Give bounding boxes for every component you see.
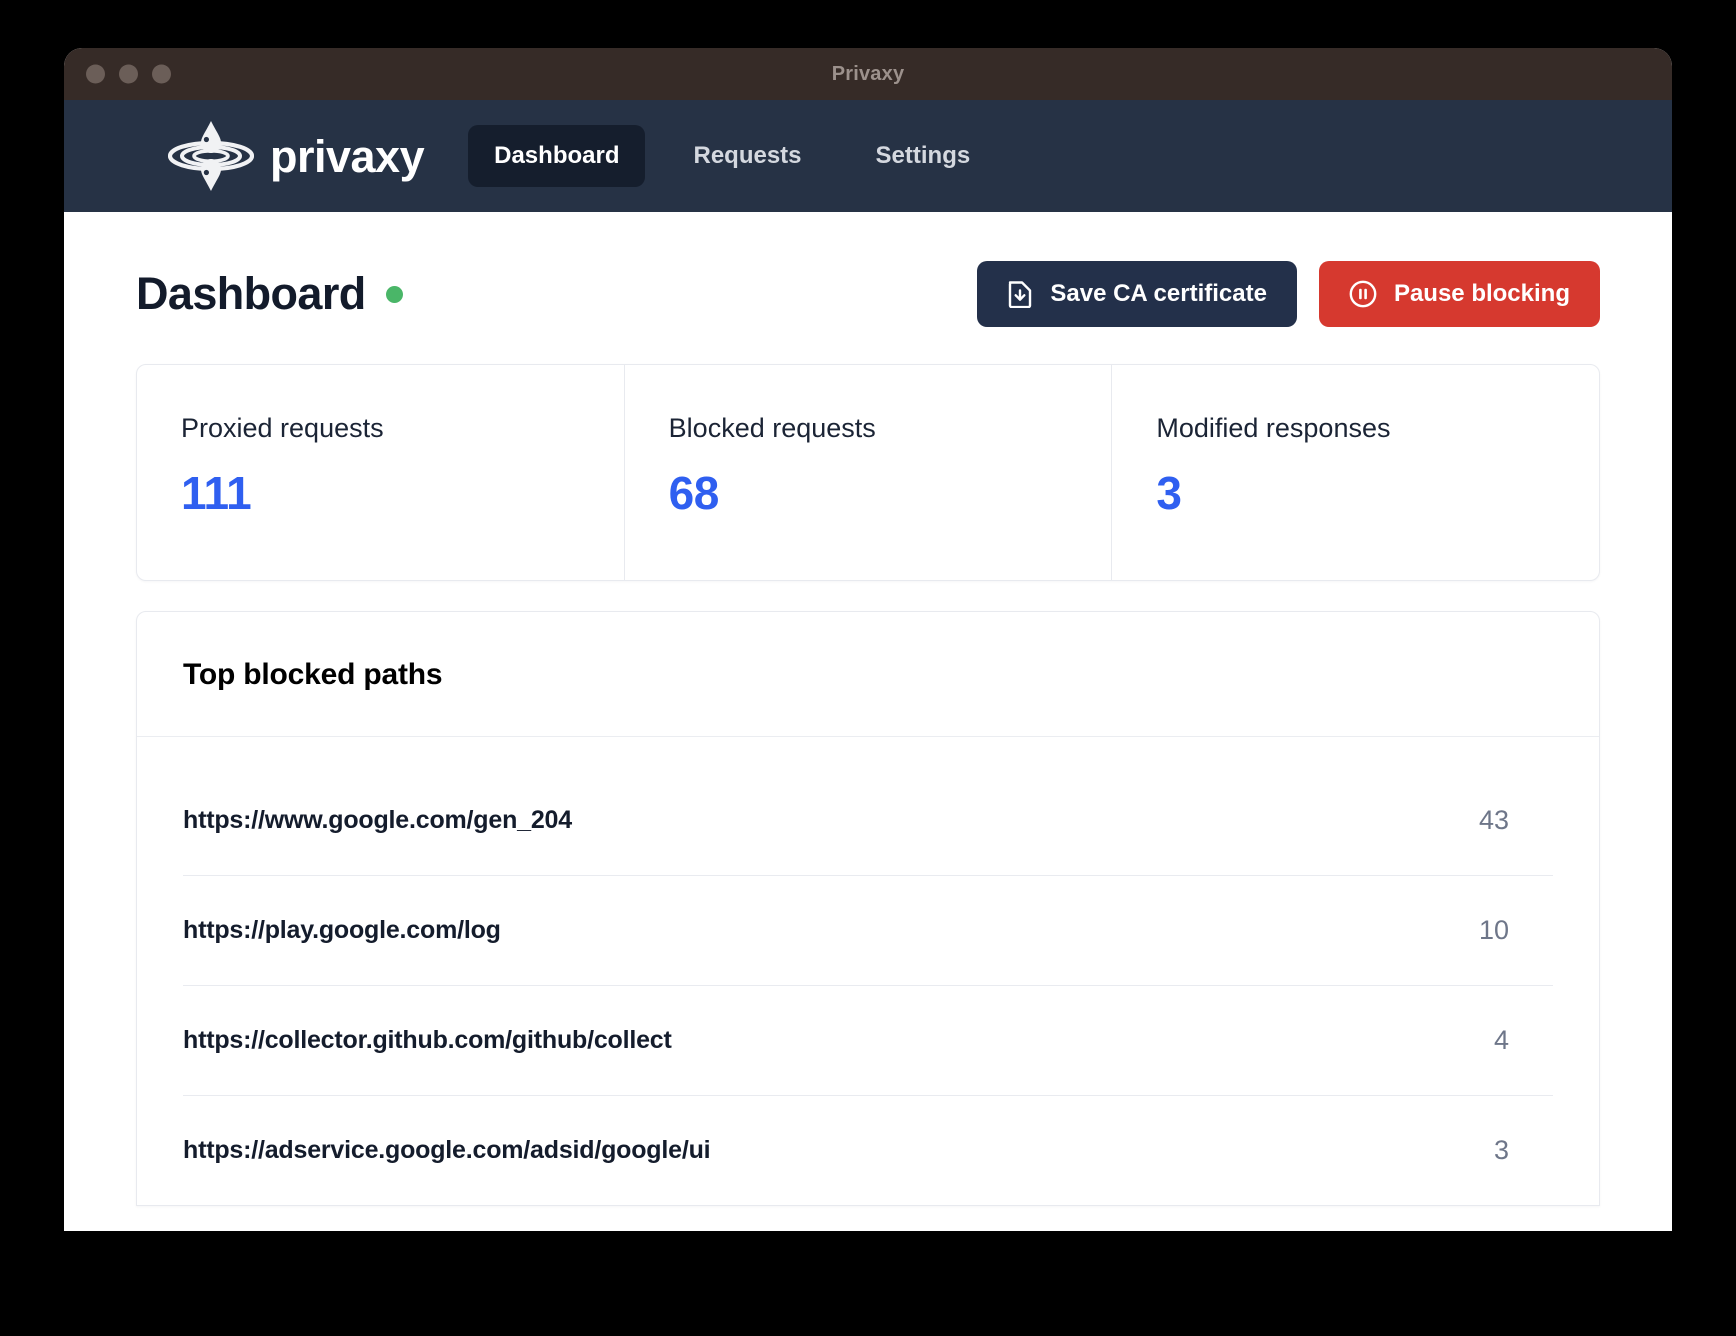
header-actions: Save CA certificate Pause blocking	[977, 261, 1600, 327]
traffic-light-group	[86, 65, 171, 84]
nav-item-dashboard[interactable]: Dashboard	[468, 125, 645, 187]
main-content: Dashboard Save CA certificate	[64, 212, 1672, 1231]
brand-name: privaxy	[270, 134, 424, 179]
stat-card-blocked-requests: Blocked requests 68	[624, 365, 1112, 580]
top-navbar: privaxy Dashboard Requests Settings	[64, 100, 1672, 212]
stats-card-group: Proxied requests 111 Blocked requests 68…	[136, 364, 1600, 581]
path-count: 4	[1494, 1025, 1553, 1056]
stat-card-modified-responses: Modified responses 3	[1111, 365, 1599, 580]
stat-label: Modified responses	[1156, 413, 1555, 444]
page-header: Dashboard Save CA certificate	[136, 246, 1600, 342]
window-titlebar: Privaxy	[64, 48, 1672, 100]
save-ca-certificate-button[interactable]: Save CA certificate	[977, 261, 1297, 327]
path-url: https://play.google.com/log	[183, 916, 501, 945]
stat-card-proxied-requests: Proxied requests 111	[137, 365, 624, 580]
window-title: Privaxy	[832, 63, 905, 86]
privaxy-droplet-icon	[168, 119, 254, 193]
stat-label: Blocked requests	[669, 413, 1068, 444]
pause-blocking-label: Pause blocking	[1394, 282, 1570, 306]
page-title-wrap: Dashboard	[136, 268, 403, 320]
path-url: https://www.google.com/gen_204	[183, 806, 572, 835]
path-count: 10	[1479, 915, 1553, 946]
pause-blocking-button[interactable]: Pause blocking	[1319, 261, 1600, 327]
table-row[interactable]: https://adservice.google.com/adsid/googl…	[183, 1095, 1553, 1205]
table-row[interactable]: https://collector.github.com/github/coll…	[183, 985, 1553, 1095]
page-title: Dashboard	[136, 268, 366, 320]
top-blocked-paths-list: https://www.google.com/gen_204 43 https:…	[137, 737, 1599, 1205]
minimize-button[interactable]	[119, 65, 138, 84]
brand-logo[interactable]: privaxy	[168, 119, 424, 193]
nav-item-settings[interactable]: Settings	[850, 125, 997, 187]
table-row[interactable]: https://play.google.com/log 10	[183, 875, 1553, 985]
nav-links: Dashboard Requests Settings	[468, 125, 996, 187]
stat-value: 3	[1156, 466, 1555, 520]
app-window: Privaxy privaxy Dashboard Requests Setti…	[64, 48, 1672, 1231]
maximize-button[interactable]	[152, 65, 171, 84]
top-blocked-paths-card: Top blocked paths https://www.google.com…	[136, 611, 1600, 1206]
table-row[interactable]: https://www.google.com/gen_204 43	[183, 765, 1553, 875]
status-badge	[386, 286, 403, 303]
stat-value: 111	[181, 466, 580, 520]
path-url: https://collector.github.com/github/coll…	[183, 1026, 672, 1055]
close-button[interactable]	[86, 65, 105, 84]
path-url: https://adservice.google.com/adsid/googl…	[183, 1136, 710, 1165]
section-title: Top blocked paths	[183, 658, 1553, 692]
file-download-icon	[1007, 280, 1033, 308]
stat-value: 68	[669, 466, 1068, 520]
save-ca-label: Save CA certificate	[1050, 282, 1267, 306]
path-count: 3	[1494, 1135, 1553, 1166]
nav-item-requests[interactable]: Requests	[667, 125, 827, 187]
path-count: 43	[1479, 805, 1553, 836]
stat-label: Proxied requests	[181, 413, 580, 444]
pause-circle-icon	[1349, 280, 1377, 308]
top-blocked-paths-header: Top blocked paths	[137, 612, 1599, 737]
